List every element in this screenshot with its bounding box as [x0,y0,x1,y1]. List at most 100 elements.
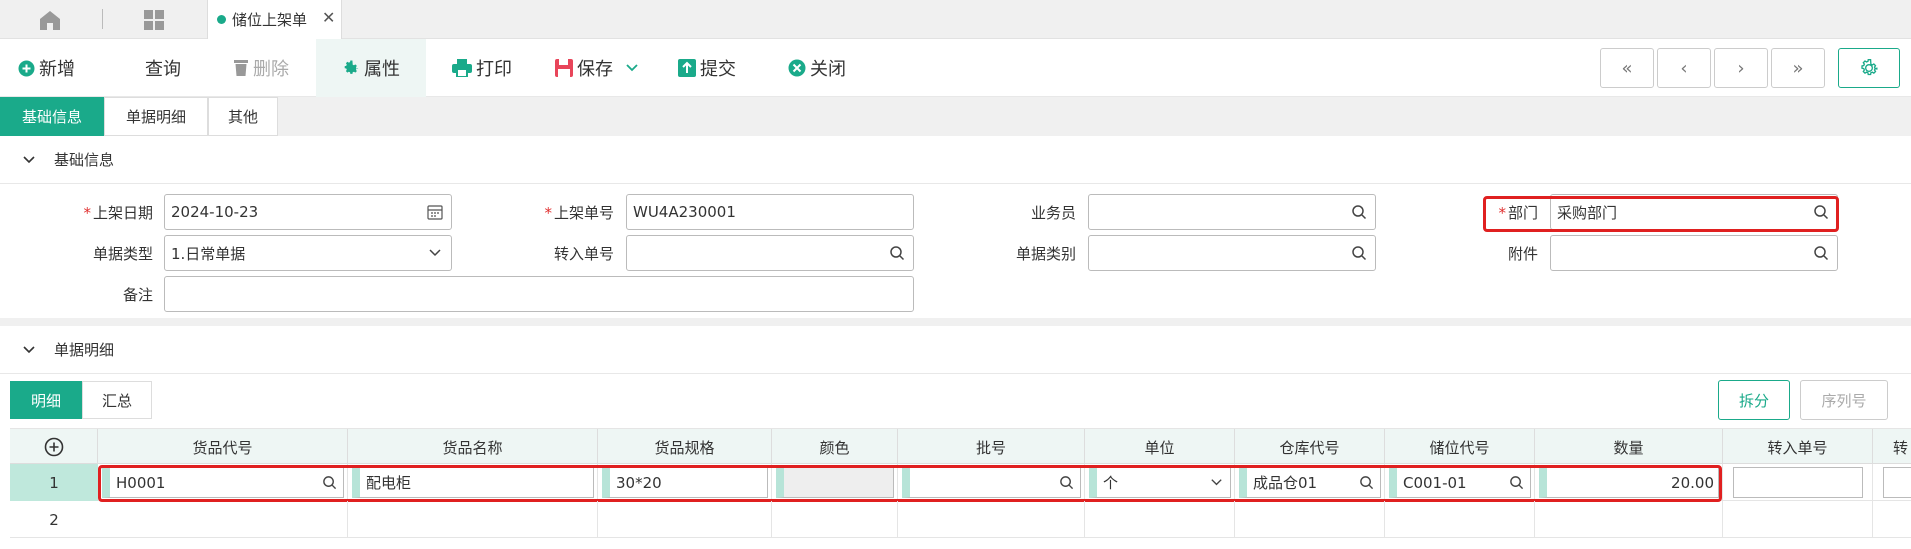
tab-separator [102,9,103,29]
section-divider [0,318,1911,326]
shelf-date-label: * 上架日期 [83,204,153,222]
cell-color[interactable] [772,501,898,538]
search-icon[interactable] [1351,245,1367,261]
gear-icon [1861,59,1878,76]
print-button[interactable]: 打印 [452,39,512,97]
transfer-no-label: 转入单号 [553,245,614,263]
subtab-summary[interactable]: 汇总 [82,381,152,419]
doc-category-label: 单据类别 [1015,245,1076,263]
col-color[interactable]: 颜色 [772,429,898,465]
new-label: 新增 [39,59,75,80]
add-row-button[interactable] [10,429,98,465]
col-unit[interactable]: 单位 [1085,429,1235,465]
col-item-name[interactable]: 货品名称 [348,429,598,465]
submit-label: 提交 [700,59,736,80]
detail-title: 单据明细 [54,341,115,359]
tab-basic-info[interactable]: 基础信息 [0,97,104,136]
col-spec[interactable]: 货品规格 [598,429,772,465]
col-transfer-no[interactable]: 转入单号 [1723,429,1873,465]
cell-qty[interactable] [1535,501,1723,538]
nav-last-button[interactable]: » [1771,48,1825,88]
subtab-detail[interactable]: 明细 [10,381,82,419]
doc-type-value: 1.日常单据 [171,244,246,263]
upload-icon [678,59,696,77]
shelf-date-field[interactable]: 2024-10-23 [164,194,452,230]
attachment-field[interactable] [1550,235,1838,271]
gear-icon [344,60,359,74]
new-button[interactable]: 新增 [18,39,75,97]
truncated-input[interactable] [1883,467,1911,498]
query-button[interactable]: 查询 [145,39,181,97]
chevron-down-icon [23,155,35,163]
save-icon [555,59,573,77]
chevron-down-icon[interactable] [625,63,639,73]
plus-circle-icon [44,437,63,457]
query-label: 查询 [145,59,181,80]
section-tab-bar-bg [0,97,1911,136]
cell-warehouse[interactable] [1235,501,1385,538]
close-button[interactable]: 关闭 [788,39,846,97]
basic-info-header[interactable]: 基础信息 [0,136,1911,184]
transfer-no-input[interactable] [1733,467,1863,498]
shelf-no-value: WU4A230001 [633,203,736,221]
window-tab-bar: 储位上架单 ✕ [0,0,1911,39]
col-warehouse[interactable]: 仓库代号 [1235,429,1385,465]
split-button[interactable]: 拆分 [1718,380,1790,420]
transfer-no-field[interactable] [626,235,914,271]
remark-field[interactable] [164,276,914,312]
close-circle-icon [788,59,806,77]
cell-truncated[interactable] [1873,464,1911,501]
settings-button[interactable] [1838,48,1900,88]
shelf-no-field[interactable]: WU4A230001 [626,194,914,230]
save-label: 保存 [577,59,613,80]
doc-type-select[interactable]: 1.日常单据 [164,235,452,271]
search-icon[interactable] [1813,245,1829,261]
home-icon[interactable] [36,8,64,32]
save-button[interactable]: 保存 [555,39,643,97]
nav-first-button[interactable]: « [1600,48,1654,88]
col-item-code[interactable]: 货品代号 [98,429,348,465]
search-icon[interactable] [1351,204,1367,220]
cell-location[interactable] [1385,501,1535,538]
cell-transfer-no[interactable] [1723,501,1873,538]
cell-item-name[interactable] [348,501,598,538]
col-truncated[interactable]: 转 [1873,429,1911,465]
double-chevron-right-icon: » [1792,57,1804,79]
cell-spec[interactable] [598,501,772,538]
doc-category-field[interactable] [1088,235,1376,271]
delete-button[interactable]: 删除 [233,39,289,97]
nav-next-button[interactable]: › [1714,48,1768,88]
chevron-down-icon[interactable] [427,245,443,261]
search-icon[interactable] [889,245,905,261]
printer-icon [452,59,472,77]
basic-info-title: 基础信息 [54,151,115,169]
cell-item-code[interactable] [98,501,348,538]
submit-button[interactable]: 提交 [678,39,736,97]
detail-header[interactable]: 单据明细 [0,326,1911,374]
salesman-field[interactable] [1088,194,1376,230]
tab-other[interactable]: 其他 [208,97,278,136]
salesman-label: 业务员 [1030,204,1076,222]
toolbar: 新增 查询 删除 属性 打印 保存 提交 关闭 « ‹ › » [0,39,1911,97]
cell-batch[interactable] [898,501,1085,538]
col-qty[interactable]: 数量 [1535,429,1723,465]
close-tab-icon[interactable]: ✕ [322,8,335,27]
col-location[interactable]: 储位代号 [1385,429,1535,465]
apps-grid-icon[interactable] [142,8,166,32]
col-batch[interactable]: 批号 [898,429,1085,465]
tab-document-detail[interactable]: 单据明细 [104,97,208,136]
active-dot-icon [217,15,226,24]
double-chevron-left-icon: « [1621,57,1633,79]
cell-unit[interactable] [1085,501,1235,538]
nav-prev-button[interactable]: ‹ [1657,48,1711,88]
delete-label: 删除 [253,59,289,80]
serial-no-button[interactable]: 序列号 [1800,380,1888,420]
properties-button[interactable]: 属性 [316,39,426,97]
cell-transfer-no[interactable] [1723,464,1873,501]
doc-tab-storage-shelf[interactable]: 储位上架单 ✕ [207,0,342,39]
doc-type-label: 单据类型 [92,245,153,263]
plus-circle-icon [18,60,35,76]
required-mark: * [83,204,91,222]
calendar-icon[interactable] [427,204,443,220]
table-row[interactable]: 2 [10,501,1911,538]
